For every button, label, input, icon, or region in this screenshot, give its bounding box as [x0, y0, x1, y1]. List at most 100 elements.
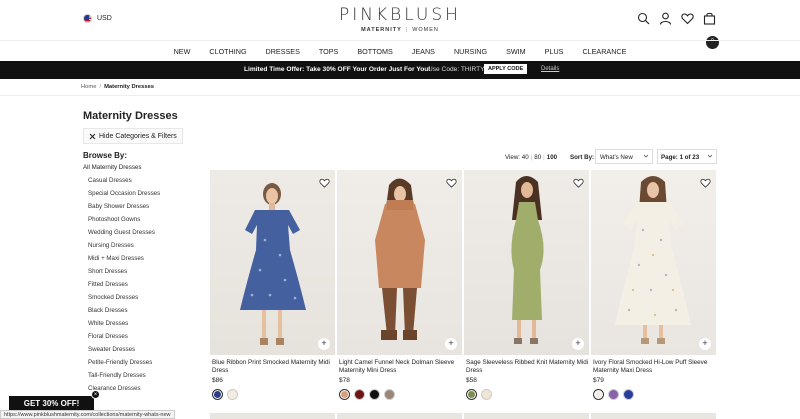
- view-40-option[interactable]: 40: [522, 154, 529, 161]
- category-list: Casual Dresses Special Occasion Dresses Ba…: [88, 177, 160, 398]
- color-swatch[interactable]: [481, 389, 492, 400]
- nav-item-new[interactable]: NEW: [164, 47, 200, 56]
- category-link[interactable]: Baby Shower Dresses: [88, 203, 160, 216]
- color-swatch[interactable]: [212, 389, 223, 400]
- product-image[interactable]: +: [337, 170, 462, 355]
- nav-item-jeans[interactable]: JEANS: [402, 47, 444, 56]
- nav-item-tops[interactable]: TOPS: [309, 47, 347, 56]
- breadcrumb-current: Maternity Dresses: [104, 84, 155, 90]
- logo-maternity: MATERNITY: [361, 27, 402, 33]
- product-name[interactable]: Sage Sleeveless Ribbed Knit Maternity Mi…: [464, 359, 589, 375]
- category-link[interactable]: Floral Dresses: [88, 333, 160, 346]
- wishlist-heart-icon[interactable]: [319, 175, 330, 193]
- quick-add-plus-icon[interactable]: +: [445, 338, 457, 350]
- hide-filters-button[interactable]: Hide Categories & Filters: [83, 128, 183, 144]
- product-price: $79: [593, 377, 604, 384]
- quick-add-plus-icon[interactable]: +: [699, 338, 711, 350]
- nav-item-dresses[interactable]: DRESSES: [256, 47, 309, 56]
- category-link[interactable]: Photoshoot Gowns: [88, 216, 160, 229]
- quick-add-plus-icon[interactable]: +: [318, 338, 330, 350]
- promo-details-link[interactable]: Details: [541, 66, 559, 72]
- product-image[interactable]: +: [591, 170, 716, 355]
- sort-value: What's New: [600, 154, 633, 161]
- product-card[interactable]: + Blue Ribbon Print Smocked Maternity Mi…: [210, 170, 335, 400]
- product-card[interactable]: + Light Camel Funnel Neck Dolman Sleeve …: [337, 170, 462, 400]
- category-link[interactable]: Petite-Friendly Dresses: [88, 359, 160, 372]
- nav-item-bottoms[interactable]: BOTTOMS: [348, 47, 402, 56]
- category-all-link[interactable]: All Maternity Dresses: [83, 164, 141, 171]
- promo-code-text: Use Code: THIRTY: [428, 66, 485, 73]
- chevron-down-icon: [707, 153, 713, 161]
- close-icon: [89, 133, 96, 139]
- wishlist-heart-icon[interactable]: [681, 12, 694, 25]
- product-image-peek: [337, 413, 462, 419]
- color-swatches: [591, 389, 716, 400]
- category-link[interactable]: Smocked Dresses: [88, 294, 160, 307]
- breadcrumb-home[interactable]: Home: [81, 84, 96, 90]
- product-name[interactable]: Blue Ribbon Print Smocked Maternity Midi…: [210, 359, 335, 375]
- product-card[interactable]: + Sage Sleeveless Ribbed Knit Maternity …: [464, 170, 589, 400]
- color-swatch[interactable]: [608, 389, 619, 400]
- quick-add-plus-icon[interactable]: +: [572, 338, 584, 350]
- nav-item-plus[interactable]: PLUS: [535, 47, 573, 56]
- page-value: Page: 1 of 23: [661, 154, 700, 161]
- search-icon[interactable]: [637, 12, 650, 25]
- sort-by-label: Sort By:: [570, 154, 594, 161]
- category-link[interactable]: Special Occasion Dresses: [88, 190, 160, 203]
- category-link[interactable]: Nursing Dresses: [88, 242, 160, 255]
- color-swatches: [464, 389, 589, 400]
- view-count-selector: View: 40 | 80 | 100: [505, 154, 557, 161]
- product-price: $78: [339, 377, 350, 384]
- wishlist-heart-icon[interactable]: [700, 175, 711, 193]
- category-link[interactable]: Wedding Guest Dresses: [88, 229, 160, 242]
- category-link[interactable]: Tall-Friendly Dresses: [88, 372, 160, 385]
- site-header: USD PINKBLUSH MATERNITY | WOMEN 0: [0, 0, 800, 49]
- view-80-option[interactable]: 80: [534, 154, 541, 161]
- view-100-option[interactable]: 100: [547, 154, 557, 161]
- shopping-cart-icon[interactable]: 0: [703, 12, 719, 49]
- promo-message: Limited Time Offer: Take 30% OFF Your Or…: [244, 66, 431, 73]
- header-icons: 0: [637, 12, 719, 49]
- product-image[interactable]: +: [210, 170, 335, 355]
- breadcrumb-separator: /: [99, 84, 102, 90]
- color-swatch[interactable]: [339, 389, 350, 400]
- product-name[interactable]: Ivory Floral Smocked Hi-Low Puff Sleeve …: [591, 359, 716, 375]
- product-image[interactable]: +: [464, 170, 589, 355]
- page-dropdown[interactable]: Page: 1 of 23: [657, 149, 717, 164]
- product-image-peek: [464, 413, 589, 419]
- nav-item-clearance[interactable]: CLEARANCE: [573, 47, 636, 56]
- product-card[interactable]: + Ivory Floral Smocked Hi-Low Puff Sleev…: [591, 170, 716, 400]
- category-link[interactable]: Midi + Maxi Dresses: [88, 255, 160, 268]
- product-name[interactable]: Light Camel Funnel Neck Dolman Sleeve Ma…: [337, 359, 462, 375]
- color-swatches: [210, 389, 335, 400]
- category-link[interactable]: White Dresses: [88, 320, 160, 333]
- discount-tab-close-icon[interactable]: ×: [91, 390, 100, 399]
- hide-filters-label: Hide Categories & Filters: [99, 132, 177, 140]
- discount-tab-button[interactable]: GET 30% OFF!: [9, 396, 94, 411]
- nav-item-clothing[interactable]: CLOTHING: [200, 47, 256, 56]
- category-link[interactable]: Casual Dresses: [88, 177, 160, 190]
- color-swatch[interactable]: [354, 389, 365, 400]
- wishlist-heart-icon[interactable]: [446, 175, 457, 193]
- category-link[interactable]: Fitted Dresses: [88, 281, 160, 294]
- color-swatch[interactable]: [466, 389, 477, 400]
- wishlist-heart-icon[interactable]: [573, 175, 584, 193]
- product-image-peek: [210, 413, 335, 419]
- sort-dropdown[interactable]: What's New: [595, 149, 653, 164]
- browse-by-heading: Browse By:: [83, 151, 128, 160]
- account-icon[interactable]: [659, 12, 672, 25]
- category-link[interactable]: Short Dresses: [88, 268, 160, 281]
- category-link[interactable]: Sweater Dresses: [88, 346, 160, 359]
- nav-item-swim[interactable]: SWIM: [497, 47, 536, 56]
- logo-women: WOMEN: [412, 27, 439, 33]
- nav-item-nursing[interactable]: NURSING: [444, 47, 496, 56]
- apply-code-button[interactable]: APPLY CODE: [484, 64, 528, 74]
- color-swatch[interactable]: [227, 389, 238, 400]
- color-swatch[interactable]: [384, 389, 395, 400]
- main-navigation: NEW CLOTHING DRESSES TOPS BOTTOMS JEANS NURSIN…: [0, 40, 800, 61]
- color-swatches: [337, 389, 462, 400]
- color-swatch[interactable]: [593, 389, 604, 400]
- color-swatch[interactable]: [369, 389, 380, 400]
- category-link[interactable]: Black Dresses: [88, 307, 160, 320]
- color-swatch[interactable]: [623, 389, 634, 400]
